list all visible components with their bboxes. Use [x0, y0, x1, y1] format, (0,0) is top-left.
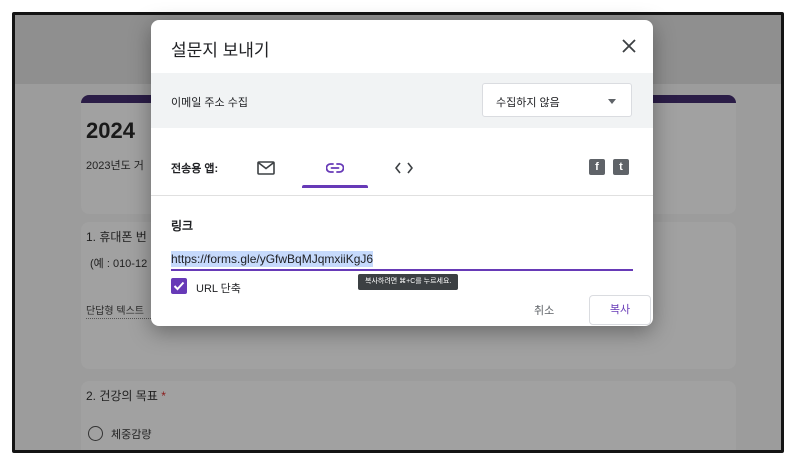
cancel-button[interactable]: 취소 [534, 302, 554, 318]
question-2-title: 2. 건강의 목표 * [86, 389, 166, 403]
send-via-row: 전송용 앱: f t [151, 146, 653, 188]
embed-icon [395, 162, 413, 174]
shorten-url-label: URL 단축 [196, 283, 241, 295]
collect-email-value: 수집하지 않음 [496, 97, 560, 109]
question-1-example: (예 : 010-12 [90, 258, 148, 270]
shorten-url-checkbox[interactable] [171, 278, 187, 294]
question-1-title: 1. 휴대폰 번 [86, 230, 147, 244]
tab-embed[interactable] [371, 152, 437, 184]
email-icon [257, 161, 275, 175]
twitter-icon[interactable]: t [613, 159, 629, 175]
question-card-2 [81, 381, 736, 450]
form-title: 2024 [86, 118, 135, 143]
link-url-input[interactable] [171, 249, 633, 271]
facebook-icon[interactable]: f [589, 159, 605, 175]
link-icon [326, 163, 344, 173]
dialog-title: 설문지 보내기 [171, 41, 270, 60]
link-heading: 링크 [171, 219, 194, 233]
divider [151, 195, 653, 196]
radio-option-1-label: 체중감량 [111, 429, 152, 441]
short-answer-placeholder: 단답형 텍스트 [86, 306, 144, 317]
copy-button[interactable]: 복사 [589, 295, 651, 325]
collect-email-select[interactable]: 수집하지 않음 [482, 83, 632, 117]
copy-tooltip: 복사하려면 ⌘+C를 누르세요. [358, 274, 459, 290]
radio-option-1[interactable] [88, 426, 103, 441]
collect-email-section: 이메일 주소 수집 수집하지 않음 [151, 73, 653, 128]
form-description: 2023년도 거 [86, 160, 144, 172]
close-icon [622, 39, 636, 53]
dropdown-caret-icon [608, 99, 616, 104]
checkmark-icon [173, 281, 185, 291]
close-button[interactable] [617, 34, 641, 58]
collect-email-label: 이메일 주소 수집 [171, 97, 248, 109]
send-form-dialog: 설문지 보내기 이메일 주소 수집 수집하지 않음 전송용 앱: f t 링크 … [151, 20, 653, 326]
tab-link[interactable] [302, 152, 368, 188]
required-marker: * [161, 389, 166, 403]
tab-email[interactable] [233, 152, 299, 184]
send-via-label: 전송용 앱: [171, 163, 219, 175]
active-tab-indicator [302, 185, 368, 188]
